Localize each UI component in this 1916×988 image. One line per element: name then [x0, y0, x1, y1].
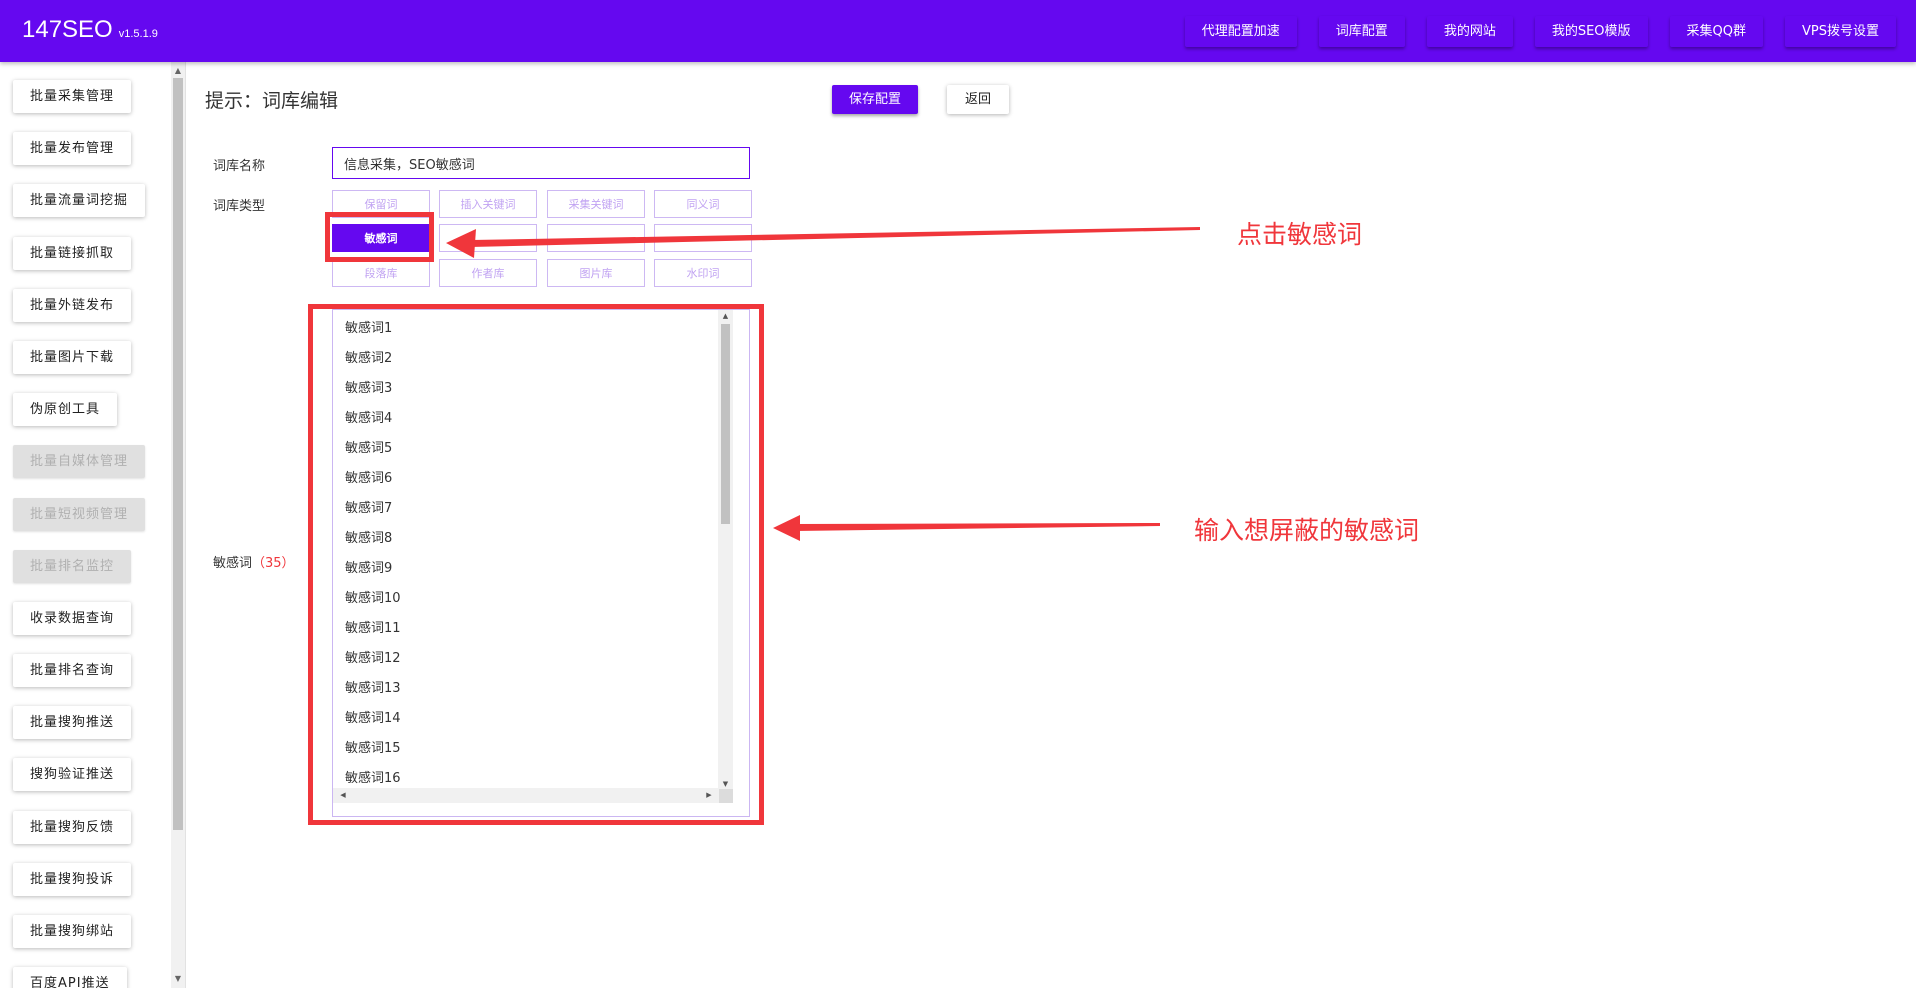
- nav-collect-qq-group[interactable]: 采集QQ群: [1669, 16, 1763, 47]
- app-logo: 147SEO v1.5.1.9: [22, 16, 158, 44]
- brand-name: 147SEO: [22, 16, 113, 43]
- nav-vps-dial-settings[interactable]: VPS拨号设置: [1785, 16, 1896, 47]
- nav-proxy-config[interactable]: 代理配置加速: [1184, 16, 1297, 47]
- top-header: 147SEO v1.5.1.9 代理配置加速 词库配置 我的网站 我的SEO模版 …: [0, 0, 1916, 62]
- nav-my-sites[interactable]: 我的网站: [1426, 16, 1513, 47]
- annotation-click-sensitive: 点击敏感词: [1237, 220, 1363, 249]
- top-nav: 代理配置加速 词库配置 我的网站 我的SEO模版 采集QQ群 VPS拨号设置: [1184, 16, 1896, 47]
- annotation-input-sensitive: 输入想屏蔽的敏感词: [1194, 516, 1420, 545]
- version-label: v1.5.1.9: [118, 28, 158, 40]
- annotation-arrows: [446, 227, 1200, 541]
- nav-my-seo-templates[interactable]: 我的SEO模版: [1534, 16, 1648, 47]
- arrow-to-words-textarea-icon: [773, 515, 1160, 541]
- nav-lexicon-config[interactable]: 词库配置: [1318, 16, 1405, 47]
- arrow-to-sensitive-type-icon: [446, 227, 1200, 258]
